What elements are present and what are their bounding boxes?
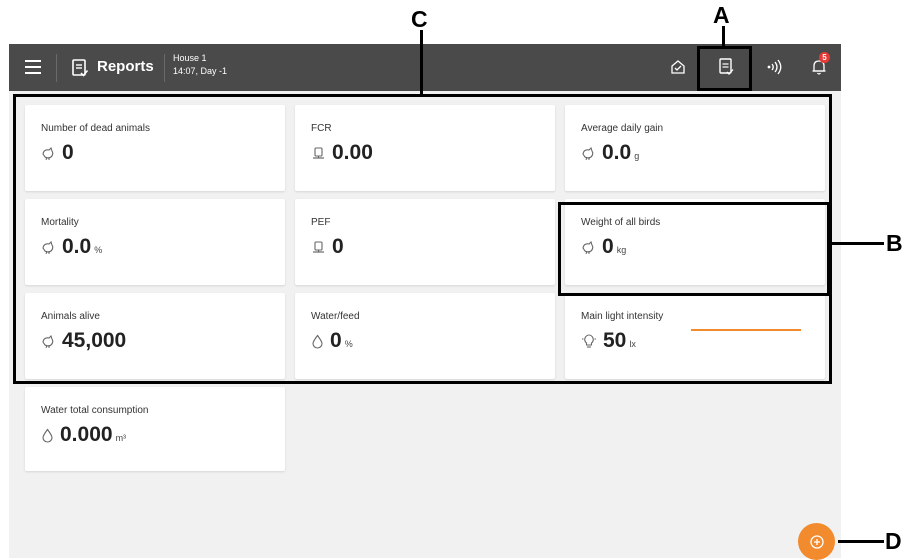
house-name: House 1 bbox=[173, 53, 207, 63]
callout-box-b bbox=[558, 202, 830, 296]
callout-label-b: B bbox=[886, 230, 903, 256]
callout-label-a: A bbox=[713, 2, 730, 28]
divider bbox=[56, 54, 57, 82]
callout-label-d: D bbox=[885, 528, 902, 554]
hamburger-menu-icon[interactable] bbox=[23, 57, 43, 77]
card-value-row: 0.000 m³ bbox=[41, 423, 126, 447]
callout-line-b bbox=[828, 242, 884, 245]
house-info[interactable]: House 1 14:07, Day -1 bbox=[173, 52, 227, 78]
card-unit: m³ bbox=[115, 433, 127, 443]
callout-line-a bbox=[722, 26, 725, 47]
house-time: 14:07, Day -1 bbox=[173, 66, 228, 76]
house-icon[interactable] bbox=[668, 57, 688, 77]
card-water-total-consumption[interactable]: Water total consumption 0.000 m³ bbox=[25, 387, 285, 471]
callout-label-c: C bbox=[411, 6, 428, 32]
page-title: Reports bbox=[97, 58, 154, 75]
callout-box-a bbox=[697, 46, 752, 91]
card-value: 0.000 bbox=[60, 423, 113, 446]
add-button[interactable] bbox=[798, 523, 835, 560]
signal-icon[interactable] bbox=[764, 57, 784, 77]
callout-line-d bbox=[838, 540, 884, 543]
report-icon bbox=[71, 58, 89, 78]
add-icon bbox=[809, 534, 824, 549]
water-drop-icon bbox=[42, 428, 53, 443]
card-label: Water total consumption bbox=[41, 405, 149, 416]
divider bbox=[164, 54, 165, 82]
callout-line-c bbox=[420, 30, 423, 96]
notification-badge: 5 bbox=[819, 52, 830, 63]
